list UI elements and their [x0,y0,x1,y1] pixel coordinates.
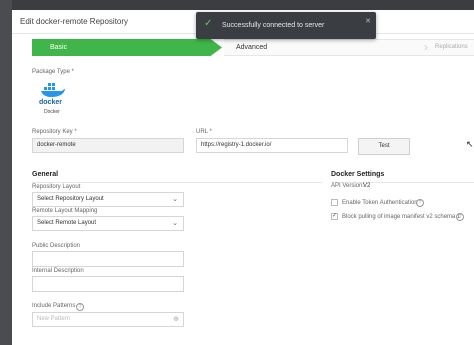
enable-token-auth-label: Enable Token Authentication [342,200,418,206]
docker-whale-icon [41,83,65,97]
include-patterns-input[interactable]: New Pattern ⊕ [32,312,184,327]
repository-layout-label: Repository Layout [32,184,81,190]
success-toast: ✓ Successfully connected to server ✕ [196,12,376,39]
repository-key-field[interactable]: docker-remote [32,138,184,153]
edit-repository-modal: Edit docker-remote Repository Basic Adva… [12,10,474,345]
remote-layout-value: Select Remote Layout [37,220,97,226]
repository-layout-select[interactable]: Select Repository Layout ⌄ [32,192,184,207]
enable-token-auth-checkbox[interactable] [331,199,338,206]
modal-title: Edit docker-remote Repository [20,17,129,26]
step-advanced[interactable]: Advanced [224,39,429,56]
docker-package-name: Docker [44,109,60,115]
add-pattern-icon[interactable]: ⊕ [173,313,179,326]
url-field[interactable]: https://registry-1.docker.io/ [196,138,348,153]
chevron-down-icon: ⌄ [172,196,178,203]
test-button[interactable]: Test [358,138,410,155]
mouse-pointer-icon: ↖ [466,139,474,149]
question-circle-icon[interactable]: ? [76,303,84,311]
remote-layout-label: Remote Layout Mapping [32,208,98,214]
chevron-down-icon: ⌄ [172,220,178,227]
api-version-value: V2 [363,183,371,189]
public-description-label: Public Description [32,243,81,249]
docker-settings-title: Docker Settings [331,171,385,178]
step-basic[interactable]: Basic [32,39,222,56]
question-circle-icon[interactable]: ? [416,199,424,207]
step-replications[interactable]: Replications [429,39,474,56]
repository-layout-value: Select Repository Layout [37,196,104,202]
public-description-field[interactable] [32,251,184,267]
include-patterns-placeholder: New Pattern [37,316,71,322]
include-patterns-label: Include Patterns [32,303,76,309]
toast-message: Successfully connected to server [222,22,325,29]
check-icon: ✓ [204,18,213,29]
repository-key-label: Repository Key * [32,129,77,135]
general-section-title: General [32,171,59,178]
api-version-label: API Version: [331,183,365,189]
close-icon[interactable]: ✕ [365,17,371,25]
block-pulling-label: Block pulling of image manifest v2 schem… [342,214,461,220]
remote-layout-select[interactable]: Select Remote Layout ⌄ [32,216,184,231]
internal-description-field[interactable] [32,276,184,292]
package-type-label: Package Type * [32,69,74,75]
block-pulling-checkbox[interactable]: ✓ [331,213,338,220]
url-label: URL * [196,129,212,135]
internal-description-label: Internal Description [32,268,84,274]
wizard-stepper: Basic Advanced › Replications [32,39,474,56]
general-divider [32,182,322,183]
docker-logo-text: docker [39,99,62,106]
background-app-sidebar [0,0,12,345]
question-circle-icon[interactable]: ? [456,213,464,221]
docker-package-tile[interactable]: docker Docker [36,80,70,125]
